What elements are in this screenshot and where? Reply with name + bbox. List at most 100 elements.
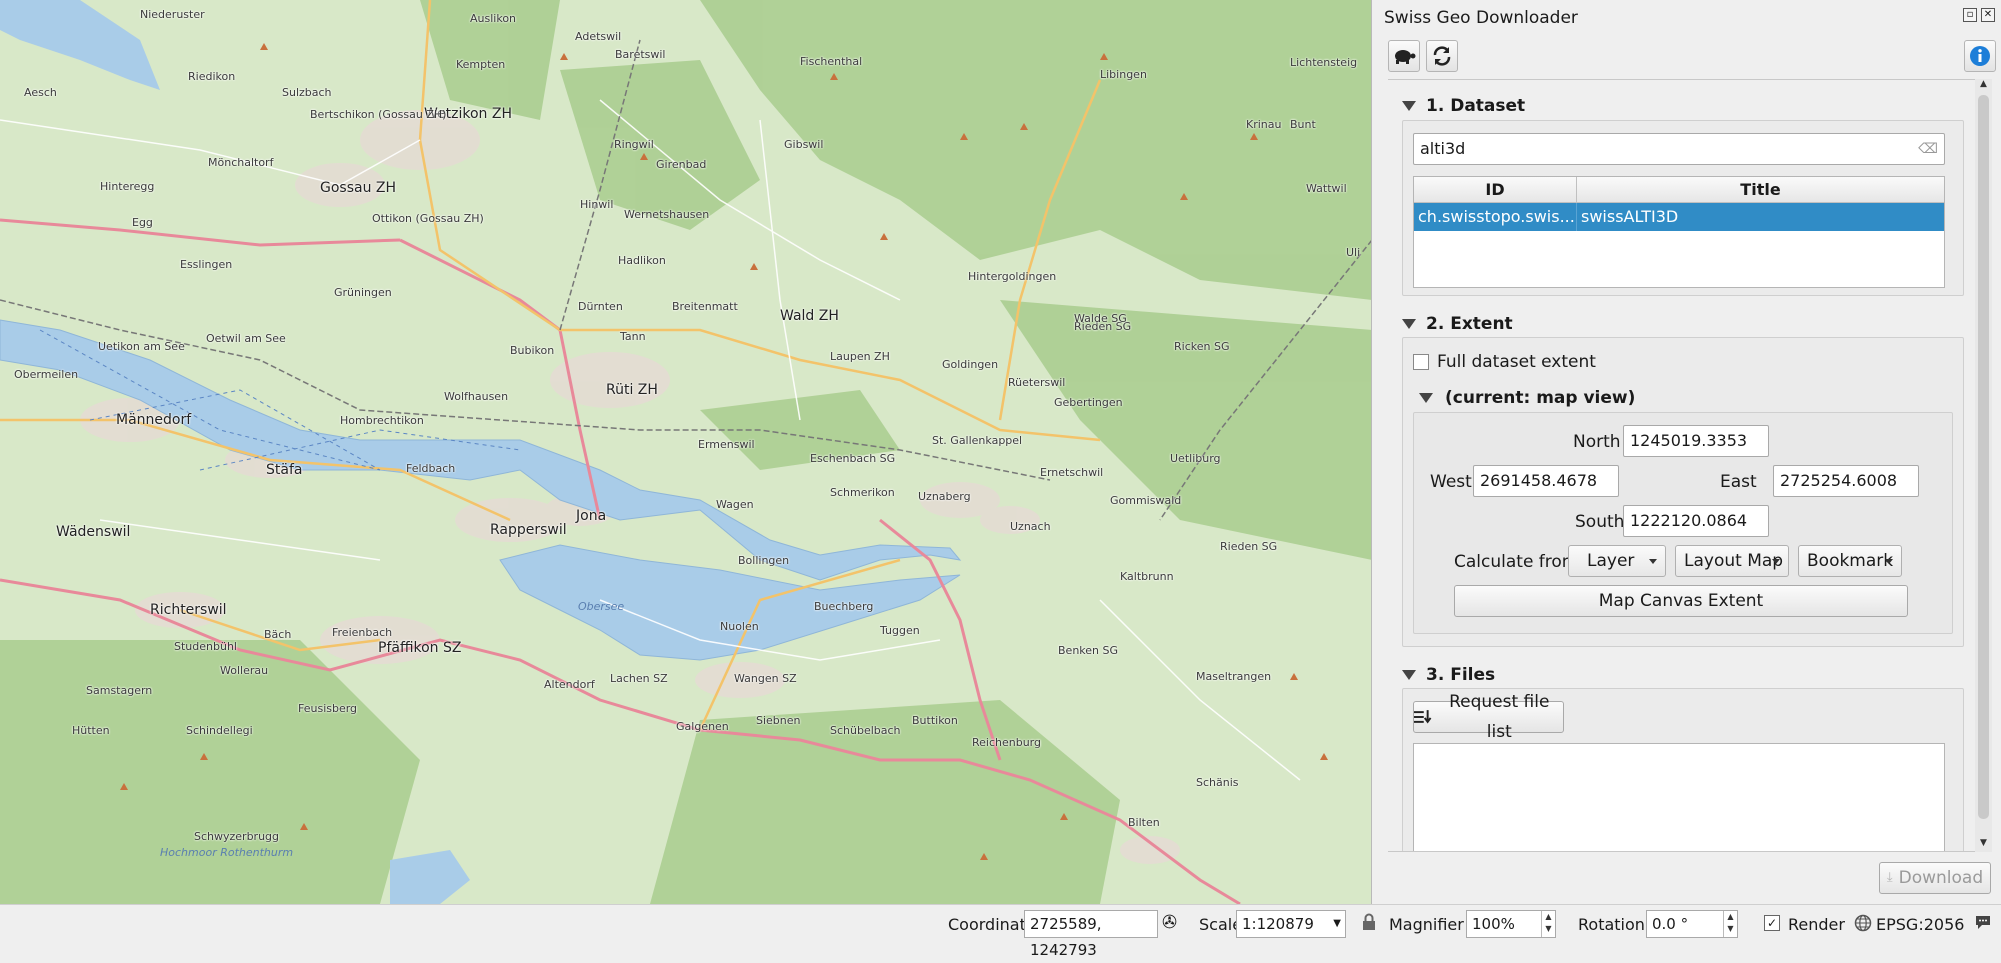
full-extent-checkbox-row[interactable]: Full dataset extent (1413, 352, 1596, 372)
map-label: Buechberg (814, 600, 874, 613)
map-label: Obermeilen (14, 368, 79, 381)
map-label: Feusisberg (298, 702, 358, 715)
map-label: Libingen (1100, 68, 1147, 81)
map-label: Galgenen (676, 720, 729, 733)
map-label: Altendorf (544, 678, 595, 691)
coordinate-input[interactable]: 2725589, 1242793 (1024, 910, 1158, 959)
west-input[interactable]: 2691458.4678 (1473, 465, 1619, 497)
north-label: North (1573, 432, 1621, 452)
map-label: Schübelbach (830, 724, 901, 737)
map-label: Buttikon (912, 714, 958, 727)
map-label: Hinwil (580, 198, 614, 211)
table-cell-id: ch.swisstopo.swis... (1414, 203, 1577, 231)
map-label: Wangen SZ (734, 672, 797, 685)
map-canvas-extent-button[interactable]: Map Canvas Extent (1454, 585, 1908, 617)
info-icon[interactable] (1964, 40, 1996, 72)
north-input[interactable]: 1245019.3353 (1623, 425, 1769, 457)
map-label: Oetwil am See (206, 332, 286, 345)
turtle-icon[interactable] (1388, 40, 1420, 72)
map-view-heading: (current: map view) (1445, 388, 1636, 408)
map-label: Tann (620, 330, 646, 343)
map-label: Kaltbrunn (1120, 570, 1174, 583)
map-label: Nuolen (720, 620, 759, 633)
layer-dropdown[interactable]: Layer (1568, 545, 1666, 577)
request-file-list-button[interactable]: Request file list (1413, 692, 1564, 742)
magnifier-label: Magnifier (1389, 915, 1464, 934)
scroll-thumb[interactable] (1978, 95, 1989, 819)
map-label: Adetswil (575, 30, 622, 43)
map-label: Gossau ZH (320, 180, 397, 196)
spin-arrows-icon[interactable]: ▲ ▼ (1723, 911, 1737, 937)
map-label: Grüningen (334, 286, 392, 299)
map-label: Egg (132, 216, 153, 229)
east-input[interactable]: 2725254.6008 (1773, 465, 1919, 497)
magnifier-input[interactable]: 100% ▲ ▼ (1466, 910, 1556, 938)
extent-section-header[interactable]: 2. Extent (1402, 314, 1513, 334)
rotation-value: 0.0 ° (1652, 915, 1689, 933)
dataset-section-header[interactable]: 1. Dataset (1402, 96, 1525, 116)
dataset-search-input[interactable]: alti3d ⌫ (1413, 133, 1945, 165)
scroll-down-icon[interactable]: ▼ (1975, 838, 1992, 852)
spin-arrows-icon[interactable]: ▲ ▼ (1541, 911, 1555, 937)
east-label: East (1720, 472, 1757, 492)
rotation-input[interactable]: 0.0 ° ▲ ▼ (1646, 910, 1738, 938)
map-view-group: North 1245019.3353 West 2691458.4678 Eas… (1413, 412, 1953, 634)
mouse-pointer-icon[interactable]: ✇ (1162, 912, 1177, 933)
map-label: Esslingen (180, 258, 233, 271)
map-label: Ernetschwil (1040, 466, 1104, 479)
panel-vertical-scrollbar[interactable]: ▲ ▼ (1975, 79, 1992, 852)
scale-input[interactable]: 1:120879 ▼ (1236, 910, 1346, 938)
scale-value: 1:120879 (1242, 915, 1314, 933)
scroll-up-icon[interactable]: ▲ (1975, 79, 1992, 93)
map-label: Stäfa (266, 462, 303, 478)
map-label: Richterswil (150, 602, 227, 618)
refresh-icon[interactable] (1426, 40, 1458, 72)
dataset-table: ID Title ch.swisstopo.swis... swissALTI3… (1413, 176, 1945, 288)
map-label: Wagen (716, 498, 754, 511)
map-label: Uli (1346, 246, 1361, 259)
render-checkbox[interactable]: ✓ (1764, 915, 1780, 931)
files-group: Request file list (1402, 688, 1964, 851)
crs-label[interactable]: EPSG:2056 (1876, 915, 1964, 934)
table-header-id[interactable]: ID (1414, 177, 1577, 202)
map-label: Rieden SG (1220, 540, 1278, 553)
download-button[interactable]: ⤓ Download (1879, 862, 1991, 894)
chevron-down-icon[interactable]: ▼ (1333, 911, 1341, 937)
map-label: Kempten (456, 58, 506, 71)
map-label: Wollerau (220, 664, 269, 677)
table-header-title[interactable]: Title (1577, 177, 1944, 202)
files-section-header[interactable]: 3. Files (1402, 665, 1495, 685)
globe-icon[interactable] (1854, 914, 1872, 936)
south-input[interactable]: 1222120.0864 (1623, 505, 1769, 537)
map-view-subheader[interactable]: (current: map view) (1419, 388, 1635, 408)
south-label: South (1575, 512, 1625, 532)
close-panel-icon[interactable]: ✕ (1981, 8, 1995, 22)
map-label: Uetikon am See (98, 340, 185, 353)
messages-icon[interactable] (1974, 913, 1992, 935)
panel-title: Swiss Geo Downloader (1384, 8, 1578, 28)
map-label: Schmerikon (830, 486, 895, 499)
map-label: Lachen SZ (610, 672, 668, 685)
map-label: Baretswil (615, 48, 666, 61)
bookmark-dropdown[interactable]: Bookmark (1798, 545, 1902, 577)
map-label: Bunt (1290, 118, 1316, 131)
full-extent-checkbox[interactable] (1413, 354, 1429, 370)
lock-icon[interactable] (1362, 913, 1376, 935)
map-label: Hadlikon (618, 254, 666, 267)
panel-scroll-area[interactable]: 1. Dataset alti3d ⌫ ID Title ch.swisstop… (1388, 79, 1975, 852)
map-label: Dürnten (578, 300, 623, 313)
map-label: Rapperswil (490, 522, 567, 538)
float-panel-icon[interactable]: ▫ (1963, 8, 1977, 22)
map-label: Fischenthal (800, 55, 863, 68)
table-row[interactable]: ch.swisstopo.swis... swissALTI3D (1414, 203, 1944, 231)
map-label: Bubikon (510, 344, 555, 357)
map-label: Wernetshausen (624, 208, 710, 221)
map-label: Gibswil (784, 138, 824, 151)
map-canvas[interactable]: Niederuster Auslikon Adetswil Baretswil … (0, 0, 1372, 904)
clear-icon[interactable]: ⌫ (1918, 134, 1938, 164)
layout-map-dropdown[interactable]: Layout Map (1675, 545, 1789, 577)
map-label: Gebertingen (1054, 396, 1123, 409)
file-list[interactable] (1413, 743, 1945, 851)
coordinate-label: Coordinate (948, 915, 1036, 934)
map-label: Pfäffikon SZ (378, 640, 462, 656)
